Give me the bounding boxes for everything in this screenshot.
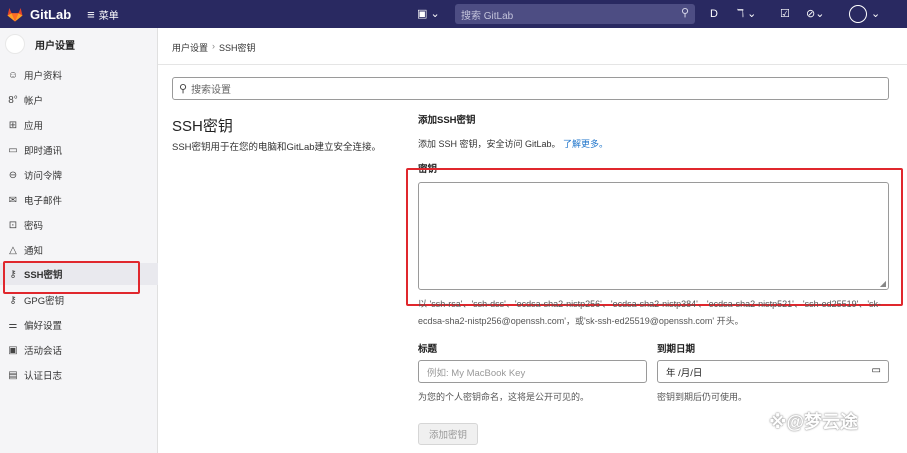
top-navbar: GitLab ≡ 菜单 ▣ ⌄ 搜索 GitLab ⚲ D ℸ ⌄ ☑ ⊘⌄ ⌄ — [0, 0, 907, 28]
sidebar-item-password[interactable]: ⊡ 密码 — [0, 214, 158, 236]
sidebar-item-label: 认证日志 — [24, 371, 63, 382]
sidebar-item-label: 密码 — [24, 221, 44, 232]
highlight-box-sidebar — [3, 261, 140, 294]
applications-icon: ⊞ — [8, 119, 18, 131]
breadcrumb-separator: › — [212, 41, 216, 51]
sidebar-item-profile[interactable]: ☺ 用户资料 — [0, 64, 158, 86]
sidebar-item-label: 用户资料 — [24, 71, 63, 82]
lock-icon: ⊡ — [8, 219, 18, 231]
bell-icon: △ — [9, 244, 17, 256]
sidebar-item-applications[interactable]: ⊞ 应用 — [0, 114, 158, 136]
hamburger-icon: ≡ — [87, 6, 95, 22]
calendar-icon[interactable]: ▭ — [872, 365, 881, 376]
learn-more-link[interactable]: 了解更多。 — [563, 139, 608, 149]
add-ssh-key-description: 添加 SSH 密钥，安全访问 GitLab。 了解更多。 — [418, 137, 608, 150]
settings-search-placeholder: 搜索设置 — [191, 85, 232, 96]
plus-square-icon[interactable]: ▣ ⌄ — [417, 6, 440, 22]
sidebar-item-active-sessions[interactable]: ▣ 活动会话 — [0, 339, 158, 361]
watermark: ※@梦云途 — [769, 412, 859, 432]
search-icon: ⚲ — [179, 83, 188, 95]
user-profile-icon: ☺ — [7, 69, 19, 81]
add-key-button[interactable]: 添加密钥 — [418, 423, 478, 445]
gitlab-logo[interactable]: GitLab — [6, 5, 71, 23]
expiration-help-text: 密钥到期后仍可使用。 — [657, 392, 748, 402]
log-icon: ▤ — [8, 369, 18, 381]
title-placeholder: 例如: My MacBook Key — [427, 367, 526, 379]
key-icon: ⚷ — [9, 294, 17, 306]
help-icon[interactable]: ⊘⌄ — [806, 6, 824, 22]
settings-search-input[interactable]: ⚲ 搜索设置 — [172, 77, 889, 100]
settings-sidebar: 用户设置 ☺ 用户资料 8° 帐户 ⊞ 应用 ▭ 即时通讯 ⊖ 访问令牌 ✉ 电… — [0, 28, 158, 453]
search-placeholder: 搜索 GitLab — [461, 10, 514, 22]
chat-icon: ▭ — [8, 144, 18, 156]
sidebar-item-access-tokens[interactable]: ⊖ 访问令牌 — [0, 164, 158, 186]
merge-request-icon[interactable]: ℸ ⌄ — [737, 6, 756, 22]
divider — [158, 64, 907, 65]
todo-icon[interactable]: ☑ — [780, 6, 790, 22]
sidebar-title: 用户设置 — [35, 40, 75, 52]
add-ssh-key-heading: 添加SSH密钥 — [418, 115, 476, 126]
sidebar-item-label: 电子邮件 — [24, 196, 63, 207]
user-avatar[interactable] — [849, 5, 867, 23]
menu-label: 菜单 — [98, 10, 119, 22]
add-description-text: 添加 SSH 密钥，安全访问 GitLab。 — [418, 139, 561, 149]
gitlab-fox-icon — [7, 8, 23, 22]
issues-icon[interactable]: D — [710, 6, 718, 22]
logo-text: GitLab — [30, 6, 72, 22]
key-textarea[interactable]: ◢ — [418, 182, 889, 290]
breadcrumb-item-ssh-keys[interactable]: SSH密钥 — [219, 41, 256, 54]
breadcrumb: 用户设置 › SSH密钥 — [172, 41, 256, 54]
sidebar-item-label: 通知 — [24, 246, 44, 257]
chevron-down-icon[interactable]: ⌄ — [871, 6, 880, 22]
avatar — [5, 34, 25, 54]
expiration-value: 年 /月/日 — [666, 367, 703, 379]
sidebar-item-label: 访问令牌 — [24, 171, 63, 182]
sidebar-item-label: 偏好设置 — [24, 321, 63, 332]
title-help-text: 为您的个人密钥命名，这将是公开可见的。 — [418, 392, 590, 402]
title-label: 标题 — [418, 344, 438, 355]
sidebar-item-auth-log[interactable]: ▤ 认证日志 — [0, 364, 158, 386]
key-label: 密钥 — [418, 164, 438, 175]
monitor-icon: ▣ — [8, 344, 18, 356]
sidebar-header[interactable]: 用户设置 — [0, 28, 157, 60]
sidebar-item-chat[interactable]: ▭ 即时通讯 — [0, 139, 158, 161]
expiration-date-input[interactable]: 年 /月/日 ▭ — [657, 360, 889, 383]
sidebar-item-label: 即时通讯 — [24, 146, 63, 157]
sidebar-item-label: 应用 — [24, 121, 44, 132]
title-input[interactable]: 例如: My MacBook Key — [418, 360, 647, 383]
expiration-label: 到期日期 — [657, 344, 696, 355]
token-icon: ⊖ — [8, 169, 18, 181]
sidebar-item-label: GPG密钥 — [24, 296, 65, 307]
sidebar-item-email[interactable]: ✉ 电子邮件 — [0, 189, 158, 211]
resize-handle-icon[interactable]: ◢ — [880, 279, 886, 288]
email-icon: ✉ — [8, 194, 18, 206]
global-search-input[interactable]: 搜索 GitLab ⚲ — [455, 4, 695, 24]
preferences-icon: ⚌ — [8, 319, 18, 331]
breadcrumb-item-user-settings[interactable]: 用户设置 — [172, 41, 208, 54]
menu-button[interactable]: ≡ 菜单 — [87, 7, 119, 22]
search-icon: ⚲ — [680, 7, 689, 19]
sidebar-item-account[interactable]: 8° 帐户 — [0, 89, 158, 111]
sidebar-item-preferences[interactable]: ⚌ 偏好设置 — [0, 314, 158, 336]
sidebar-item-label: 活动会话 — [24, 346, 63, 357]
page-title: SSH密钥 — [172, 118, 233, 135]
key-help-text: 以 'ssh-rsa'、'ssh-dss'、'ecdsa-sha2-nistp2… — [418, 299, 882, 326]
sidebar-item-notifications[interactable]: △ 通知 — [0, 239, 158, 261]
sidebar-item-label: 帐户 — [24, 96, 44, 107]
account-icon: 8° — [8, 94, 18, 106]
ssh-description: SSH密钥用于在您的电脑和GitLab建立安全连接。 — [172, 142, 382, 153]
